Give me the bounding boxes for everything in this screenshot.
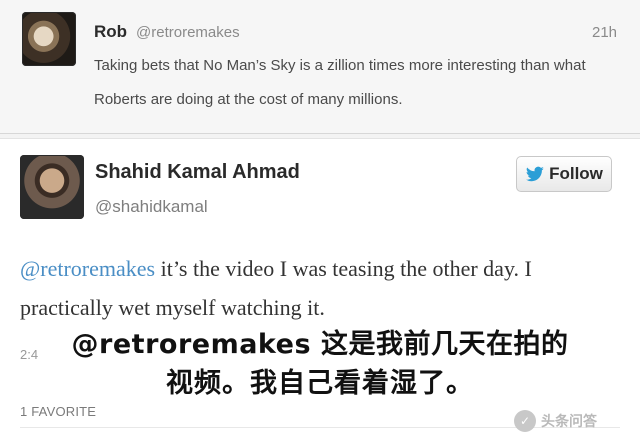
avatar-shahid[interactable] [20,155,84,219]
follow-label: Follow [549,164,603,183]
author-name[interactable]: Rob [94,22,127,42]
tweet-text-line1: it’s the video I was teasing the other d… [155,256,532,281]
author-name[interactable]: Shahid Kamal Ahmad [95,161,300,184]
tweet-time[interactable]: 21h [592,24,617,41]
mention-link[interactable]: @retroremakes [20,256,155,281]
watermark-text: 头条问答 [541,413,597,429]
twitter-bird-icon [525,166,545,182]
tweet-card-rob: Rob @retroremakes 21h Taking bets that N… [0,0,640,134]
author-handle[interactable]: @shahidkamal [95,197,208,217]
watermark: ✓ 头条问答 [514,410,597,432]
chinese-caption: @retroremakes 这是我前几天在拍的 视频。我自己看着湿了。 [0,326,640,404]
favorites-count[interactable]: 1 FAVORITE [20,404,96,419]
follow-button[interactable]: Follow [516,156,612,192]
author-handle[interactable]: @retroremakes [136,24,240,41]
caption-line2: 视频。我自己看着湿了。 [166,368,474,399]
avatar-rob[interactable] [22,12,76,66]
tweet-text: Taking bets that No Man’s Sky is a zilli… [94,57,586,108]
watermark-logo-icon: ✓ [514,410,536,432]
tweet-text-line2: practically wet myself watching it. [20,295,325,320]
caption-line1: @retroremakes 这是我前几天在拍的 [71,329,569,360]
tweet-text: @retroremakes it’s the video I was teasi… [20,249,620,327]
